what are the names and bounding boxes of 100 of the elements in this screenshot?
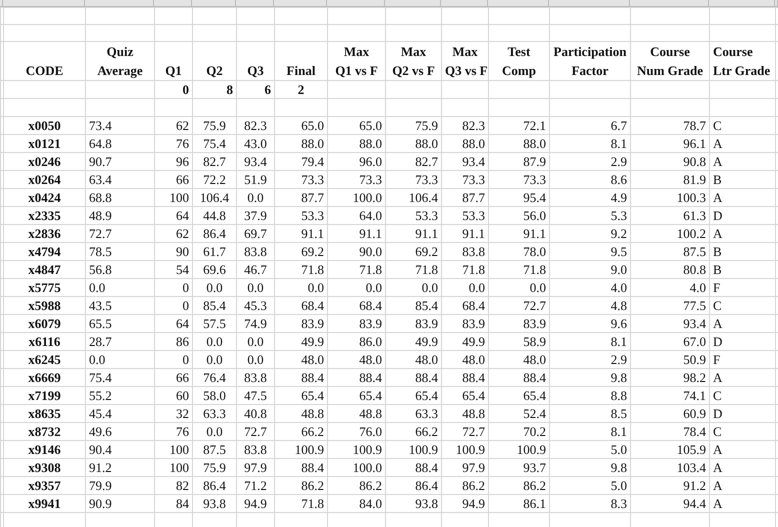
weight-cell: 2 bbox=[274, 80, 328, 98]
table-cell: 53.3 bbox=[442, 206, 488, 224]
table-cell: 0.0 bbox=[192, 278, 236, 296]
table-cell: C bbox=[710, 422, 776, 440]
table-cell: 61.3 bbox=[630, 206, 710, 224]
table-cell: 87.7 bbox=[274, 188, 328, 206]
table-cell: C bbox=[710, 296, 776, 314]
code-cell: x2836 bbox=[4, 224, 86, 242]
table-cell: 103.4 bbox=[630, 458, 710, 476]
code-cell: x0264 bbox=[4, 170, 86, 188]
table-cell: 56.0 bbox=[488, 206, 550, 224]
table-cell: 105.9 bbox=[630, 440, 710, 458]
table-cell: 5.0 bbox=[550, 440, 630, 458]
table-cell: 49.9 bbox=[442, 332, 488, 350]
table-cell: 69.2 bbox=[274, 242, 328, 260]
table-cell: 65.0 bbox=[274, 116, 328, 134]
table-cell: F bbox=[710, 350, 776, 368]
table-cell: 45.3 bbox=[236, 296, 274, 314]
table-cell: 87.5 bbox=[192, 440, 236, 458]
table-cell: 65.4 bbox=[386, 386, 442, 404]
table-cell: 72.7 bbox=[488, 296, 550, 314]
table-cell: 49.6 bbox=[86, 422, 154, 440]
table-cell: 78.5 bbox=[86, 242, 154, 260]
table-cell: 84.0 bbox=[328, 494, 386, 512]
table-cell: 61.7 bbox=[192, 242, 236, 260]
table-cell: 83.9 bbox=[488, 314, 550, 332]
table-cell: 75.9 bbox=[386, 116, 442, 134]
table-cell: A bbox=[710, 188, 776, 206]
table-cell: 85.4 bbox=[192, 296, 236, 314]
table-cell: 96.0 bbox=[328, 152, 386, 170]
code-cell: x4847 bbox=[4, 260, 86, 278]
code-cell: x2335 bbox=[4, 206, 86, 224]
table-cell: 67.0 bbox=[630, 332, 710, 350]
table-cell: 94.4 bbox=[630, 494, 710, 512]
code-cell: x9357 bbox=[4, 476, 86, 494]
table-cell: C bbox=[710, 116, 776, 134]
table-cell: 46.7 bbox=[236, 260, 274, 278]
table-cell: 56.8 bbox=[86, 260, 154, 278]
table-cell: 71.8 bbox=[274, 494, 328, 512]
table-cell: 91.1 bbox=[488, 224, 550, 242]
table-cell: 8.3 bbox=[550, 494, 630, 512]
table-cell: 100.0 bbox=[328, 188, 386, 206]
table-cell: 73.3 bbox=[328, 170, 386, 188]
table-cell: 74.1 bbox=[630, 386, 710, 404]
table-cell: 88.4 bbox=[386, 368, 442, 386]
table-cell: 65.4 bbox=[274, 386, 328, 404]
table-cell: 86.2 bbox=[274, 476, 328, 494]
table-cell: 75.9 bbox=[192, 458, 236, 476]
table-cell: 72.7 bbox=[86, 224, 154, 242]
table-cell: 72.2 bbox=[192, 170, 236, 188]
table-cell: 100.0 bbox=[328, 458, 386, 476]
table-cell: 86.4 bbox=[192, 224, 236, 242]
table-cell: 8.8 bbox=[550, 386, 630, 404]
table-cell: 68.8 bbox=[86, 188, 154, 206]
table-cell: 66 bbox=[154, 368, 192, 386]
table-cell: 76.4 bbox=[192, 368, 236, 386]
table-cell: A bbox=[710, 152, 776, 170]
table-cell: 54 bbox=[154, 260, 192, 278]
weight-cell: 8 bbox=[192, 80, 236, 98]
table-cell: 60.9 bbox=[630, 404, 710, 422]
table-cell: 82.3 bbox=[236, 116, 274, 134]
table-cell: 90.7 bbox=[86, 152, 154, 170]
code-cell: x0050 bbox=[4, 116, 86, 134]
table-cell: 84 bbox=[154, 494, 192, 512]
table-cell: A bbox=[710, 476, 776, 494]
table-cell: 48.8 bbox=[442, 404, 488, 422]
table-cell: 90.9 bbox=[86, 494, 154, 512]
column-header: Final bbox=[274, 42, 328, 80]
column-header: Quiz Average bbox=[86, 42, 154, 80]
table-cell: 8.1 bbox=[550, 422, 630, 440]
table-cell: 9.6 bbox=[550, 314, 630, 332]
table-cell: 72.7 bbox=[236, 422, 274, 440]
table-cell: 71.8 bbox=[386, 260, 442, 278]
table-cell: 88.4 bbox=[386, 458, 442, 476]
table-cell: 9.8 bbox=[550, 458, 630, 476]
table-cell: 75.4 bbox=[192, 134, 236, 152]
table-cell: 78.7 bbox=[630, 116, 710, 134]
table-cell: 88.0 bbox=[442, 134, 488, 152]
table-cell: C bbox=[710, 386, 776, 404]
table-cell: 87.7 bbox=[442, 188, 488, 206]
code-cell: x8732 bbox=[4, 422, 86, 440]
table-cell: 0.0 bbox=[236, 350, 274, 368]
table-cell: 79.9 bbox=[86, 476, 154, 494]
table-cell: B bbox=[710, 260, 776, 278]
table-cell: 8.5 bbox=[550, 404, 630, 422]
table-cell: 100.9 bbox=[386, 440, 442, 458]
table-cell: 72.1 bbox=[488, 116, 550, 134]
table-cell: 48.9 bbox=[86, 206, 154, 224]
table-cell: A bbox=[710, 494, 776, 512]
table-cell: 0.0 bbox=[236, 332, 274, 350]
table-cell: 73.4 bbox=[86, 116, 154, 134]
column-header: Course Num Grade bbox=[630, 42, 710, 80]
column-header: Course Ltr Grade bbox=[710, 42, 776, 80]
table-cell: 88.4 bbox=[442, 368, 488, 386]
table-cell: 75.9 bbox=[192, 116, 236, 134]
table-cell: 82.7 bbox=[192, 152, 236, 170]
table-cell: 9.8 bbox=[550, 368, 630, 386]
table-cell: 80.8 bbox=[630, 260, 710, 278]
table-cell: 49.9 bbox=[274, 332, 328, 350]
table-cell: 83.9 bbox=[386, 314, 442, 332]
